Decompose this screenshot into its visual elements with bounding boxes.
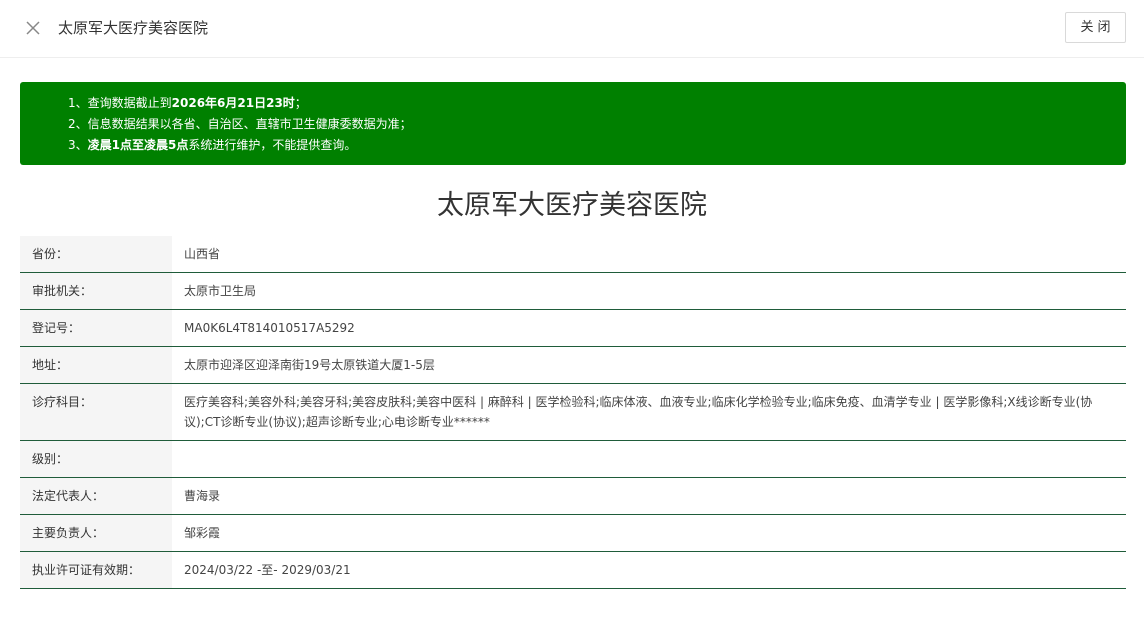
row-value: 太原市迎泽区迎泽南街19号太原铁道大厦1-5层 [184,358,435,372]
notice-line-3-time: 凌晨1点至凌晨5点 [87,138,189,152]
row-value: 曹海录 [184,489,221,503]
notice-line-3-prefix: 3、 [68,138,88,152]
row-value: 山西省 [184,247,221,261]
close-button[interactable]: 关闭 [1065,12,1126,43]
row-value: 医疗美容科;美容外科;美容牙科;美容皮肤科;美容中医科 | 麻醉科 | 医学检验… [184,395,1093,429]
row-label: 地址： [20,347,172,383]
table-row: 审批机关： 太原市卫生局 [20,273,1126,310]
row-label: 主要负责人： [20,515,172,551]
row-label: 登记号： [20,310,172,346]
notice-line-1-date: 2026年6月21日23时 [171,96,295,110]
close-icon[interactable] [22,17,44,39]
table-row: 登记号： MA0K6L4T814010517A5292 [20,310,1126,347]
notice-line-2: 2、信息数据结果以各省、自治区、直辖市卫生健康委数据为准； [68,117,412,131]
row-label: 诊疗科目： [20,384,172,440]
row-value: MA0K6L4T814010517A5292 [184,321,355,335]
row-label: 执业许可证有效期： [20,552,172,588]
row-label: 省份： [20,236,172,272]
table-row: 地址： 太原市迎泽区迎泽南街19号太原铁道大厦1-5层 [20,347,1126,384]
table-row: 执业许可证有效期： 2024/03/22 -至- 2029/03/21 [20,552,1126,589]
table-row: 主要负责人： 邹彩霞 [20,515,1126,552]
notice-line-3-suffix: 系统进行维护，不能提供查询。 [188,138,357,152]
dialog-header: 太原军大医疗美容医院 关闭 [0,0,1144,58]
info-table: 省份： 山西省 审批机关： 太原市卫生局 登记号： MA0K6L4T814010… [20,236,1126,589]
notice-banner: 1、查询数据截止到2026年6月21日23时； 2、信息数据结果以各省、自治区、… [20,82,1126,165]
notice-line-1-suffix: ； [294,96,307,110]
table-row: 法定代表人： 曹海录 [20,478,1126,515]
notice-line-1: 1、查询数据截止到2026年6月21日23时； [68,93,1126,114]
row-label: 审批机关： [20,273,172,309]
table-row: 诊疗科目： 医疗美容科;美容外科;美容牙科;美容皮肤科;美容中医科 | 麻醉科 … [20,384,1126,441]
header-title: 太原军大医疗美容医院 [58,19,209,37]
notice-line-1-prefix: 1、查询数据截止到 [68,96,172,110]
row-value [172,441,1126,477]
notice-line-3: 3、凌晨1点至凌晨5点系统进行维护，不能提供查询。 [68,135,1126,156]
row-label: 法定代表人： [20,478,172,514]
table-row: 级别： [20,441,1126,478]
table-row: 省份： 山西省 [20,236,1126,273]
row-value: 太原市卫生局 [184,284,257,298]
row-label: 级别： [20,441,172,477]
row-value: 2024/03/22 -至- 2029/03/21 [184,563,351,577]
page-title: 太原军大医疗美容医院 [437,190,707,221]
row-value: 邹彩霞 [184,526,221,540]
